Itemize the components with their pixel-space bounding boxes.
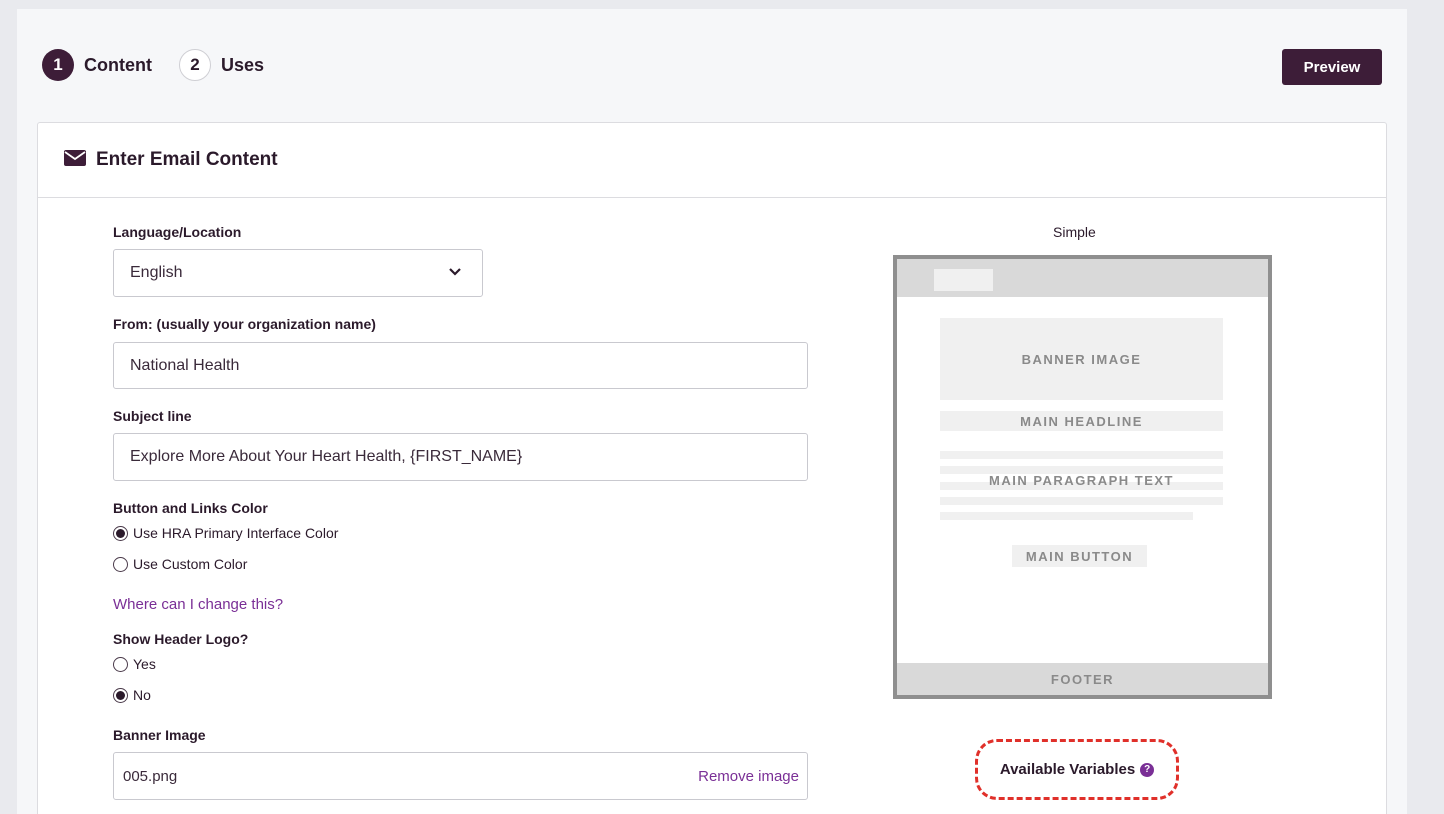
template-header (897, 259, 1268, 297)
from-label: From: (usually your organization name) (113, 316, 376, 332)
language-select[interactable]: English (113, 249, 483, 297)
radio-logo-no[interactable]: No (113, 687, 151, 703)
template-headline: MAIN HEADLINE (940, 411, 1223, 431)
template-footer: FOOTER (897, 663, 1268, 695)
radio-button[interactable] (113, 525, 128, 541)
step-uses[interactable]: 2 Uses (179, 49, 264, 81)
paragraph-line (940, 512, 1193, 520)
banner-label: Banner Image (113, 727, 206, 743)
from-input[interactable]: National Health (113, 342, 808, 389)
template-button: MAIN BUTTON (1012, 545, 1147, 567)
step-number: 1 (42, 49, 74, 81)
language-label: Language/Location (113, 224, 242, 240)
remove-image-link[interactable]: Remove image (698, 768, 799, 785)
help-icon[interactable]: ? (1140, 762, 1155, 777)
banner-filename: 005.png (123, 767, 178, 785)
subject-input[interactable]: Explore More About Your Heart Health, {F… (113, 433, 808, 481)
paragraph-line (940, 497, 1223, 505)
page-container: 1 Content 2 Uses Preview Enter Email Con… (17, 9, 1407, 814)
footer-text: FOOTER (1050, 671, 1115, 687)
radio-primary-color[interactable]: Use HRA Primary Interface Color (113, 525, 338, 541)
step-content[interactable]: 1 Content (42, 49, 152, 81)
subject-value: Explore More About Your Heart Health, {F… (130, 448, 523, 465)
radio-label: Use HRA Primary Interface Color (133, 525, 339, 541)
available-variables-highlight[interactable]: Available Variables ? (975, 739, 1179, 800)
paragraph-text: MAIN PARAGRAPH TEXT (989, 473, 1174, 488)
radio-button[interactable] (113, 656, 128, 672)
button-text: MAIN BUTTON (1025, 548, 1134, 564)
step-number: 2 (179, 49, 211, 81)
banner-text: BANNER IMAGE (1021, 351, 1142, 367)
card-title: Enter Email Content (96, 149, 278, 170)
header-logo-label: Show Header Logo? (113, 631, 249, 647)
from-value: National Health (130, 356, 240, 374)
radio-custom-color[interactable]: Use Custom Color (113, 556, 247, 572)
available-variables-label: Available Variables (999, 761, 1136, 778)
step-label: Content (84, 54, 152, 75)
radio-button[interactable] (113, 687, 128, 703)
template-preview: BANNER IMAGE MAIN HEADLINE MAIN PARAGRAP… (893, 255, 1272, 699)
chevron-down-icon (448, 265, 462, 284)
where-change-link[interactable]: Where can I change this? (113, 596, 283, 613)
step-label: Uses (221, 54, 265, 75)
headline-text: MAIN HEADLINE (1020, 413, 1143, 429)
envelope-icon (64, 149, 86, 171)
card-header: Enter Email Content (38, 123, 1386, 198)
color-label: Button and Links Color (113, 500, 268, 516)
template-banner: BANNER IMAGE (940, 318, 1223, 400)
radio-label: Use Custom Color (133, 556, 248, 572)
banner-file-field[interactable]: 005.png Remove image (113, 752, 808, 800)
paragraph-line (940, 451, 1223, 459)
radio-logo-yes[interactable]: Yes (113, 656, 156, 672)
radio-label: No (133, 687, 151, 703)
subject-label: Subject line (113, 408, 192, 424)
preview-button[interactable]: Preview (1282, 49, 1382, 85)
radio-label: Yes (133, 656, 156, 672)
template-name: Simple (1053, 224, 1096, 240)
language-value: English (130, 264, 183, 281)
email-content-card: Enter Email Content Language/Location En… (37, 122, 1387, 814)
radio-button[interactable] (113, 556, 128, 572)
template-logo-placeholder (934, 269, 993, 291)
